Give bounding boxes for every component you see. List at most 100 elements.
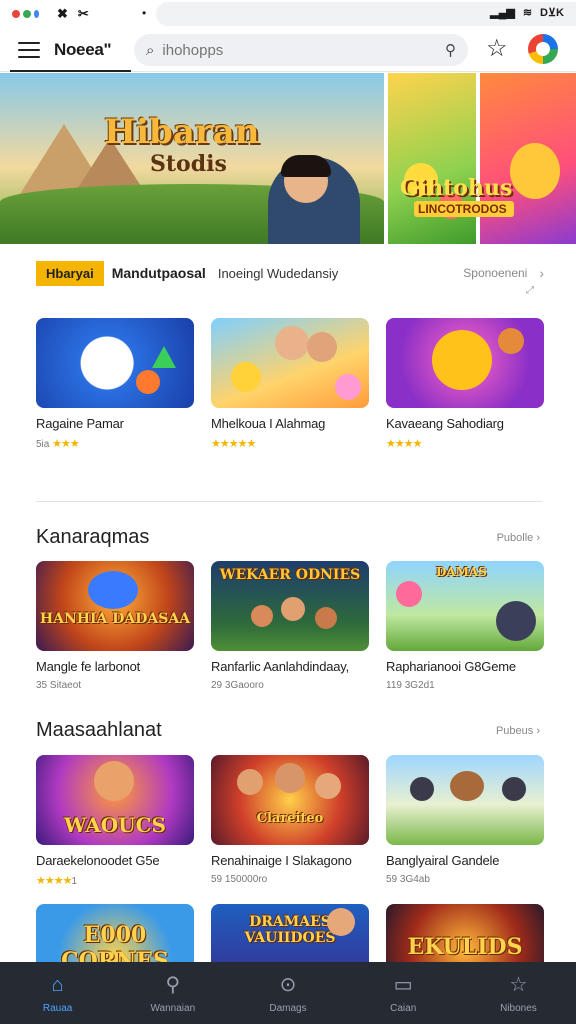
character-head <box>307 332 337 362</box>
section-see-all-link[interactable]: Pubeus › <box>496 725 540 737</box>
search-submit-icon[interactable]: ⚲ <box>445 41 456 59</box>
game-title: Renahinaige I Slakagono <box>211 853 352 868</box>
search-input[interactable] <box>162 41 445 59</box>
filter-tag-chip[interactable]: Hbaryai <box>36 260 104 286</box>
game-thumbnail: Clareiteo <box>211 755 369 845</box>
game-title: Ranfarlic Aanlahdindaay, <box>211 659 350 674</box>
filter-item-b[interactable]: Inoeingl Wudedansiy <box>218 266 338 281</box>
game-card[interactable]: DAMAS Rapharianooi G8Geme 119 3G2d1 <box>386 561 544 692</box>
game-thumbnail <box>386 755 544 845</box>
app-title[interactable]: Noeea" <box>9 40 132 72</box>
game-title: Mhelkoua I Alahmag <box>211 416 326 431</box>
thumbnail-text: HANHIA DADASAA <box>39 611 191 627</box>
red-dot-icon <box>12 10 20 18</box>
game-card[interactable]: WEKAER ODNIES Ranfarlic Aanlahdindaay, 2… <box>211 561 369 692</box>
hamburger-menu-icon[interactable] <box>18 41 40 58</box>
game-thumbnail: WAOUCS <box>36 755 194 845</box>
status-dot-icon: • <box>142 6 147 20</box>
status-bar: ✖ ✂ • ▂▄▆ ≋ D⊻K <box>0 0 576 28</box>
chevron-right-icon[interactable]: › <box>539 265 544 281</box>
game-card[interactable]: Kavaeang Sahodiarg ★★★★ <box>386 318 544 450</box>
nav-item-explore[interactable]: ⊙ Damags <box>230 962 345 1024</box>
banner-side-cards: Gihtohus LINCOTRODOS <box>388 73 576 244</box>
game-title: Ragaine Pamar <box>36 416 124 431</box>
section-header: Kanaraqmas Pubolle › <box>36 526 540 549</box>
filter-item-a[interactable]: Mandutpaosal <box>112 265 206 281</box>
emoji-character-icon <box>136 370 160 394</box>
character-head <box>410 777 434 801</box>
banner-side-card-left[interactable] <box>388 73 476 244</box>
banner-side-card-right[interactable] <box>480 73 576 244</box>
rating-stars-icon: ★★★ <box>52 438 80 450</box>
banner-title: Hibaran <box>104 112 260 152</box>
search-icon: ⚲ <box>165 973 181 996</box>
top-app-bar: Noeea" ⌕ ⚲ ☆ <box>0 28 576 72</box>
section-see-all-link[interactable]: Pubolle › <box>497 532 540 544</box>
notification-dots <box>12 10 39 18</box>
nav-item-favorites[interactable]: ☆ Nibones <box>461 962 576 1024</box>
favorites-star-icon[interactable]: ☆ <box>486 36 508 62</box>
signal-icon: ▂▄▆ <box>490 7 515 19</box>
status-right: ▂▄▆ ≋ D⊻K <box>490 6 564 19</box>
game-meta: 59 150000ro <box>211 874 268 885</box>
character-head <box>502 777 526 801</box>
rating-stars-icon: ★★★★ <box>386 438 422 450</box>
section-title: Kanaraqmas <box>36 526 150 548</box>
nav-label: Wannaian <box>150 1002 196 1014</box>
nav-label: Damags <box>269 1002 307 1014</box>
game-card[interactable]: HANHIA DADASAA Mangle fe larbonot 35 Sit… <box>36 561 194 692</box>
banner-side-subtitle: LINCOTRODOS <box>414 201 514 217</box>
character-blob <box>496 601 536 641</box>
banner-subtitle: Stodis <box>150 151 227 177</box>
nav-item-search[interactable]: ⚲ Wannaian <box>115 962 230 1024</box>
blue-dot-icon <box>34 10 39 18</box>
thumbnail-text: Clareiteo <box>256 811 324 826</box>
emoji-character-icon <box>231 362 261 392</box>
character-head <box>275 763 305 793</box>
nav-item-library[interactable]: ▭ Caian <box>346 962 461 1024</box>
triangle-gem-icon <box>152 346 176 368</box>
emoji-character-icon <box>335 374 361 400</box>
game-thumbnail: WEKAER ODNIES <box>211 561 369 651</box>
game-card[interactable]: Clareiteo Renahinaige I Slakagono 59 150… <box>211 755 369 886</box>
game-meta: 35 Sitaeot <box>36 680 82 691</box>
character-head <box>94 761 134 801</box>
nav-item-home[interactable]: ⌂ Rauaa <box>0 962 115 1024</box>
game-meta: ★★★★1 <box>36 875 78 887</box>
character-head <box>498 328 524 354</box>
golden-bear-character <box>432 330 492 390</box>
game-card[interactable]: Mhelkoua I Alahmag ★★★★★ <box>211 318 369 450</box>
game-card[interactable]: WAOUCS Daraekelonoodet G5e ★★★★1 <box>36 755 194 887</box>
game-title: Banglyairal Gandele <box>386 853 500 868</box>
game-title: Mangle fe larbonot <box>36 659 141 674</box>
battery-text: D⊻K <box>540 7 564 19</box>
hero-banner-carousel: Hibaran Stodis Gihtohus LINCOTRODOS <box>0 73 576 244</box>
nav-label: Nibones <box>500 1002 537 1014</box>
green-dot-icon <box>23 10 31 18</box>
hero-character-hair <box>281 155 331 177</box>
compass-icon: ⊙ <box>279 973 297 996</box>
banner-main-card[interactable]: Hibaran Stodis <box>0 73 384 244</box>
filter-more-link[interactable]: Sponoeneni <box>463 266 527 280</box>
character-head <box>327 908 355 936</box>
game-card[interactable]: Ragaine Pamar 5ia ★★★ <box>36 318 194 450</box>
home-icon: ⌂ <box>51 973 64 996</box>
game-card[interactable]: Banglyairal Gandele 59 3G4ab <box>386 755 544 886</box>
character-head <box>251 605 273 627</box>
section-header: Maasaahlanat Pubeus › <box>36 719 540 742</box>
expand-icon[interactable]: ⤢ <box>526 285 534 296</box>
section-row: WAOUCS Daraekelonoodet G5e ★★★★1 Clareit… <box>36 755 544 887</box>
account-avatar[interactable] <box>528 34 558 64</box>
character-blob <box>88 571 138 609</box>
character-head <box>237 769 263 795</box>
scissor-status-icon: ✂ <box>77 6 89 21</box>
rating-stars-icon: ★★★★★ <box>211 438 256 450</box>
search-bar[interactable]: ⌕ ⚲ <box>134 34 468 66</box>
section-title: Maasaahlanat <box>36 719 162 741</box>
game-title: Rapharianooi G8Geme <box>386 659 516 674</box>
game-meta: 5ia ★★★ <box>36 438 80 450</box>
game-meta: 119 3G2d1 <box>386 680 435 691</box>
creature-character <box>450 771 484 801</box>
character-head <box>275 326 309 360</box>
nav-label: Caian <box>390 1002 417 1014</box>
